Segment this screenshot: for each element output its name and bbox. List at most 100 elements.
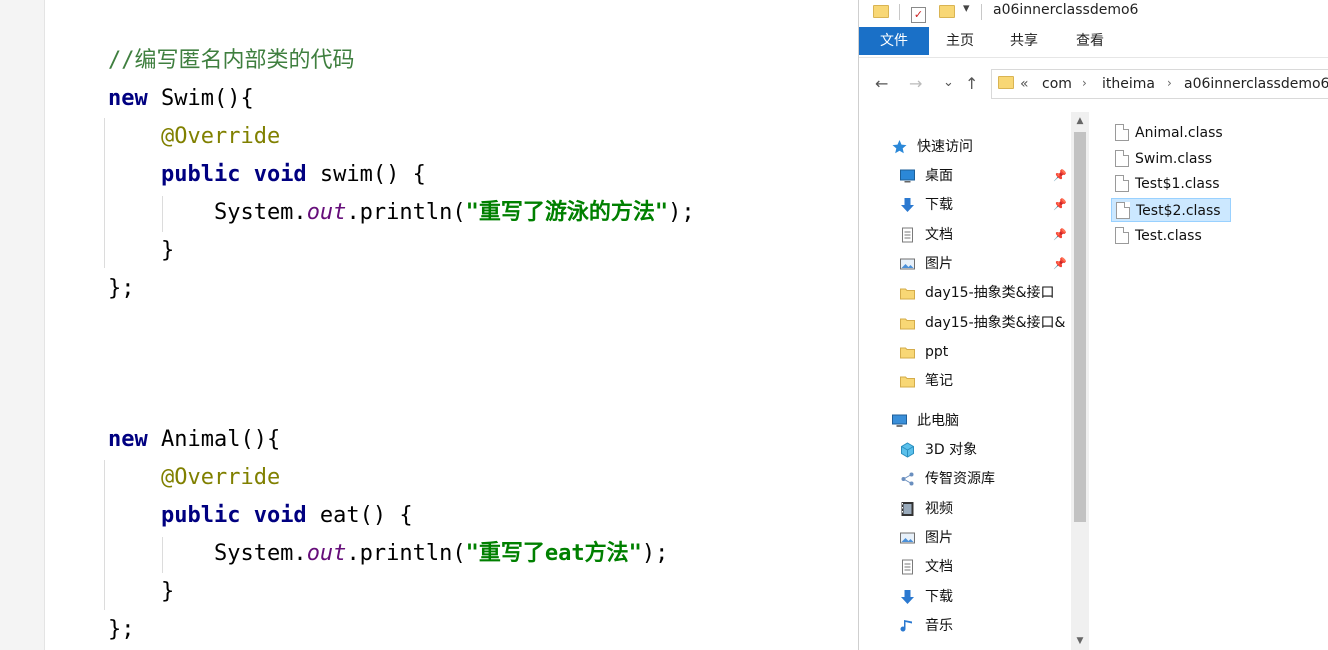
scroll-thumb[interactable] [1074, 132, 1086, 522]
file-item[interactable]: Swim.class [1111, 147, 1251, 171]
code-token: }; [108, 617, 135, 642]
indent-guide [104, 118, 105, 268]
file-icon [1115, 226, 1129, 244]
code-token: public void [160, 503, 307, 528]
pin-icon[interactable]: 📌 [1053, 192, 1067, 218]
code-token: }; [108, 276, 135, 301]
code-token: out [306, 200, 347, 225]
pin-icon[interactable]: 📌 [1053, 251, 1067, 277]
share-icon [901, 472, 914, 486]
code-editor[interactable]: //编写匿名内部类的代码 new Swim(){ @Override public… [0, 0, 858, 650]
code-token: System. [108, 541, 307, 566]
new-folder-icon[interactable] [939, 3, 955, 22]
breadcrumb-itheima[interactable]: itheima [1102, 76, 1155, 92]
code-line[interactable]: @Override [108, 122, 280, 152]
desktop-icon [900, 169, 915, 183]
file-icon [1115, 175, 1129, 193]
tab-home[interactable]: 主页 [933, 27, 987, 55]
code-token: System. [108, 200, 307, 225]
file-explorer-window: ✓ ▾ a06innerclassdemo6 文件 主页 共享 查看 ← → ⌄… [858, 0, 1328, 650]
file-item[interactable]: Animal.class [1111, 121, 1251, 145]
navigation-bar: ← → ⌄ ↑ « com › itheima › a06innerclassd… [859, 66, 1328, 102]
code-line[interactable]: new Swim(){ [108, 84, 254, 114]
address-bar[interactable]: « com › itheima › a06innerclassdemo6 [991, 69, 1328, 99]
code-line[interactable]: new Animal(){ [108, 425, 280, 455]
star-icon [892, 140, 907, 154]
toolbar-separator [981, 4, 982, 20]
code-token: ); [668, 200, 695, 225]
code-line[interactable]: } [108, 236, 174, 266]
code-token: swim() { [306, 162, 426, 187]
pictures-icon [900, 532, 915, 544]
tab-share[interactable]: 共享 [997, 27, 1051, 55]
code-token: Animal(){ [147, 427, 281, 452]
code-token: } [108, 238, 175, 263]
pin-icon[interactable]: 📌 [1053, 222, 1067, 248]
window-title: a06innerclassdemo6 [993, 2, 1139, 18]
forward-button[interactable]: → [909, 74, 922, 93]
file-icon [1115, 124, 1129, 141]
code-line[interactable]: //编写匿名内部类的代码 [108, 46, 355, 76]
folder-icon [900, 347, 915, 359]
folder-icon [998, 76, 1014, 93]
folder-icon [873, 3, 889, 22]
address-overflow[interactable]: « [1020, 76, 1029, 92]
pictures-icon [900, 258, 915, 270]
code-line[interactable]: System.out.println("重写了游泳的方法"); [108, 198, 695, 228]
code-token: .println( [346, 541, 466, 566]
properties-icon[interactable]: ✓ [911, 3, 926, 23]
folder-icon [900, 288, 915, 300]
scroll-down-arrow-icon[interactable]: ▼ [1071, 636, 1089, 650]
tab-file[interactable]: 文件 [859, 27, 929, 55]
code-token: public void [160, 162, 307, 187]
customize-toolbar-icon[interactable]: ▾ [963, 1, 970, 16]
file-list: Animal.class Swim.class Test$1.class Test$2… [1097, 112, 1328, 650]
indent-guide [104, 460, 105, 610]
nav-pane-scrollbar[interactable]: ▲ ▼ [1071, 112, 1089, 650]
document-icon [902, 227, 913, 243]
title-bar: ✓ ▾ a06innerclassdemo6 [859, 0, 1328, 26]
code-token: new [108, 86, 148, 111]
navigation-pane: 快速访问 桌面 📌 下载 📌 文档 📌 图片 📌 day15-抽象类&接口 day15-抽象类&接… [859, 112, 1071, 650]
tab-view[interactable]: 查看 [1063, 27, 1117, 55]
code-token: Swim(){ [147, 86, 254, 111]
code-token: "重写了eat方法" [465, 541, 642, 566]
pin-icon[interactable]: 📌 [1053, 163, 1067, 189]
3d-objects-icon [901, 442, 914, 458]
download-icon [901, 198, 914, 213]
document-icon [902, 559, 913, 575]
code-line[interactable]: System.out.println("重写了eat方法"); [108, 539, 668, 569]
toolbar-separator [899, 4, 900, 20]
code-line[interactable]: } [108, 577, 174, 607]
code-token: eat() { [306, 503, 413, 528]
code-line[interactable]: public void swim() { [108, 160, 426, 190]
code-token: "重写了游泳的方法" [465, 200, 669, 225]
up-button[interactable]: ↑ [965, 74, 978, 93]
code-token: //编写匿名内部类的代码 [108, 48, 355, 73]
file-item[interactable]: Test$1.class [1111, 172, 1251, 196]
code-line[interactable]: }; [108, 615, 135, 645]
file-icon [1115, 149, 1129, 167]
ribbon-tabs: 文件 主页 共享 查看 [859, 27, 1328, 58]
code-token: new [108, 427, 148, 452]
breadcrumb-separator[interactable]: › [1082, 76, 1087, 90]
breadcrumb-a06innerclassdemo6[interactable]: a06innerclassdemo6 [1184, 76, 1328, 92]
scroll-up-arrow-icon[interactable]: ▲ [1071, 116, 1089, 130]
code-token: out [306, 541, 347, 566]
file-item[interactable]: Test$2.class [1111, 198, 1231, 223]
back-button[interactable]: ← [875, 74, 888, 93]
recent-locations-button[interactable]: ⌄ [943, 75, 954, 90]
breadcrumb-com[interactable]: com [1042, 76, 1072, 92]
breadcrumb-separator[interactable]: › [1167, 76, 1172, 90]
code-token: } [108, 579, 175, 604]
code-token: @Override [160, 465, 281, 490]
code-line[interactable]: @Override [108, 463, 280, 493]
code-line[interactable]: }; [108, 274, 135, 304]
code-line[interactable]: public void eat() { [108, 501, 413, 531]
editor-gutter [0, 0, 45, 650]
file-item[interactable]: Test.class [1111, 224, 1251, 248]
